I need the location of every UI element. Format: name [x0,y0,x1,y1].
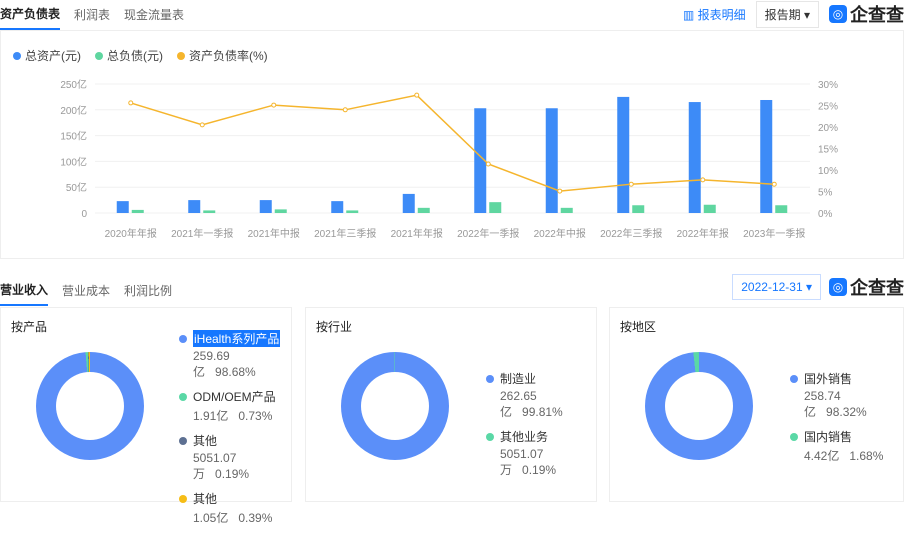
bar-liabilities [346,210,359,213]
bar-liabilities [203,210,216,213]
balance-chart: 0 50亿 100亿 150亿 200亿 250亿 0% 5% 10% 15% 20% 25% 30% 2… [60,78,838,240]
x-tick-label: 2021年中报 [248,227,300,240]
y2-tick-label: 20% [818,123,838,134]
y2-tick-label: 15% [818,145,838,156]
x-tick-label: 2022年一季报 [457,227,519,240]
legend-dot-icon [179,334,187,343]
revenue-tabs: 营业收入 营业成本 利润比例 [0,276,172,306]
rate-point [414,92,420,98]
y-tick-label: 50亿 [66,181,87,194]
y2-tick-label: 10% [818,166,838,177]
y-tick-label: 150亿 [60,130,87,143]
tab-revenue[interactable]: 营业收入 [0,275,49,306]
card-title: 按行业 [316,320,353,334]
legend-dot-icon [790,432,798,441]
bar-assets [331,201,344,213]
y2-tick-label: 30% [818,80,838,91]
x-tick-label: 2020年年报 [105,227,157,240]
bar-assets [259,200,272,213]
rate-point [342,107,348,113]
legend-item[interactable]: 制造业 262.65亿 99.81% [486,370,596,420]
bar-liabilities [775,205,788,213]
x-tick-label: 2021年年报 [391,227,443,240]
card-title: 按产品 [11,320,48,334]
bar-liabilities [489,202,502,213]
x-tick-label: 2021年三季报 [314,227,376,240]
bar-liabilities [703,204,716,213]
date-dropdown[interactable]: 2022-12-31 ▾ [732,274,821,300]
bar-assets [760,99,773,213]
y-tick-label: 250亿 [60,78,87,91]
qcc-logo: ◎ 企查查 [829,274,904,300]
rate-point [628,181,634,187]
rate-point [557,188,563,194]
bar-assets [116,201,129,213]
legend-dot-icon [790,374,798,383]
x-tick-label: 2021年一季报 [171,227,233,240]
x-tick-label: 2022年年报 [677,227,729,240]
card-title: 按地区 [620,320,657,334]
donut-chart[interactable] [36,352,144,460]
y2-tick-label: 5% [818,188,833,199]
y-tick-label: 0 [81,209,87,220]
legend-item[interactable]: iHealth系列产品 259.69亿 98.68% [179,330,291,380]
bar-liabilities [274,209,287,213]
revenue-card-product: 按产品 iHealth系列产品 259.69亿 98.68% ODM/OEM产品… [0,307,292,525]
legend-item[interactable]: 其他 1.05亿 0.39% [179,490,291,526]
y-tick-label: 200亿 [60,104,87,117]
legend-dot-icon [179,436,187,445]
bar-liabilities [417,207,430,213]
revenue-card-region: 按地区 国外销售 258.74亿 98.32% 国内销售 4.42亿 1.68% [609,307,904,502]
legend-item[interactable]: 其他 5051.07万 0.19% [179,432,291,482]
y2-tick-label: 0% [818,209,833,220]
rate-point [771,181,777,187]
bar-liabilities [131,209,144,213]
tab-cost[interactable]: 营业成本 [62,276,110,305]
revenue-card-industry: 按行业 制造业 262.65亿 99.81% 其他业务 5051.07万 0.1… [305,307,597,502]
rate-point [199,122,205,128]
bar-liabilities [560,207,573,213]
bar-assets [688,102,701,213]
bar-assets [545,108,558,213]
rate-point [271,102,277,108]
bar-assets [188,200,201,213]
y2-tick-label: 25% [818,102,838,113]
x-tick-label: 2023年一季报 [743,227,805,240]
legend-dot-icon [486,432,494,441]
rate-point [485,161,491,167]
legend-item[interactable]: 其他业务 5051.07万 0.19% [486,428,596,478]
legend-item[interactable]: 国内销售 4.42亿 1.68% [790,428,903,464]
legend-item[interactable]: ODM/OEM产品 1.91亿 0.73% [179,388,291,424]
x-tick-label: 2022年中报 [534,227,586,240]
tab-profit-ratio[interactable]: 利润比例 [124,276,172,305]
rate-point [128,100,134,106]
x-tick-label: 2022年三季报 [600,227,662,240]
bar-assets [402,193,415,213]
legend-dot-icon [179,392,187,401]
donut-chart[interactable] [341,352,449,460]
legend-dot-icon [179,494,187,503]
bar-liabilities [632,205,645,213]
donut-chart[interactable] [645,352,753,460]
rate-point [700,177,706,183]
legend-dot-icon [486,374,494,383]
bar-assets [617,96,630,213]
y-tick-label: 100亿 [60,155,87,168]
legend-item[interactable]: 国外销售 258.74亿 98.32% [790,370,903,420]
